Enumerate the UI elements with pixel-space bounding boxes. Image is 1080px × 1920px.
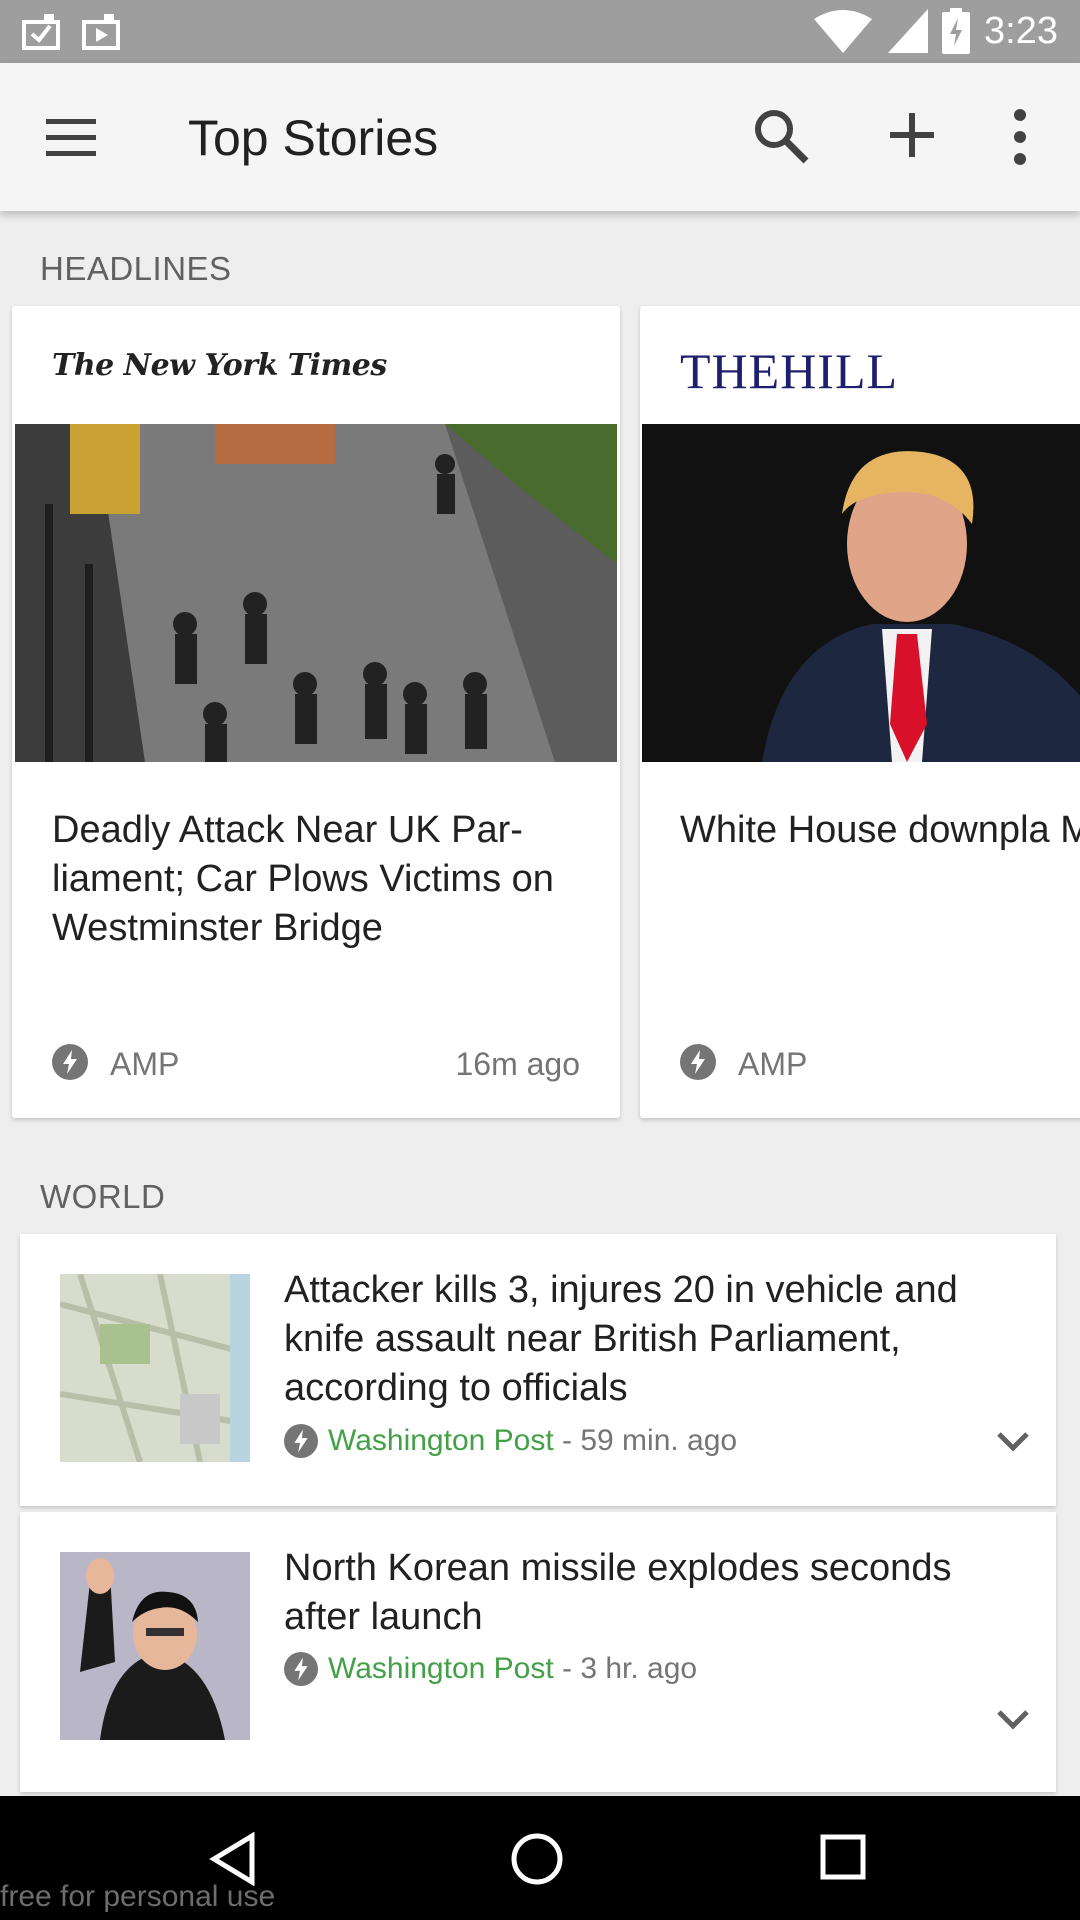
wifi-icon — [814, 10, 873, 53]
headline-card[interactable]: The New York Times Deadly Attack Near UK… — [12, 306, 620, 1118]
add-icon[interactable] — [882, 105, 942, 165]
amp-icon — [52, 1044, 88, 1080]
section-headlines-label: HEADLINES — [40, 250, 232, 287]
source-link[interactable]: Washington Post — [328, 1424, 554, 1458]
amp-icon — [284, 1424, 318, 1458]
source-link[interactable]: Washington Post — [328, 1652, 554, 1686]
watermark-text: free for personal use — [0, 1880, 276, 1913]
story-title[interactable]: North Korean missile explodes seconds af… — [284, 1544, 1004, 1642]
status-bar: 3:23 — [0, 0, 1080, 63]
notification-icon — [82, 14, 120, 50]
amp-icon — [680, 1044, 716, 1080]
page-title: Top Stories — [188, 110, 439, 166]
news-thumbnail — [60, 1552, 250, 1740]
clock: 3:23 — [984, 9, 1058, 52]
chevron-down-icon[interactable] — [996, 1430, 1030, 1454]
app-bar: Top Stories — [0, 63, 1080, 211]
search-icon[interactable] — [752, 107, 810, 165]
story-title[interactable]: Attacker kills 3, injures 20 in vehicle … — [284, 1266, 1004, 1413]
headline-title[interactable]: White House downpla Manafort's Russia li… — [680, 806, 1080, 855]
back-icon[interactable] — [208, 1832, 258, 1886]
news-thumbnail — [60, 1274, 250, 1462]
source-logo: THEHILL — [680, 343, 899, 399]
amp-label: AMP — [110, 1046, 180, 1082]
signal-icon — [888, 9, 929, 53]
story-time: - 59 min. ago — [553, 1424, 738, 1457]
battery-icon — [942, 8, 971, 54]
list-item[interactable]: North Korean missile explodes seconds af… — [20, 1512, 1056, 1792]
story-meta: Washington Post - 3 hr. ago — [284, 1652, 697, 1686]
headline-title[interactable]: Deadly Attack Near UK Par-liament; Car P… — [52, 806, 592, 953]
news-photo — [642, 424, 1080, 762]
amp-icon — [284, 1652, 318, 1686]
menu-icon[interactable] — [44, 115, 98, 159]
home-icon[interactable] — [510, 1832, 564, 1886]
amp-label: AMP — [738, 1046, 808, 1082]
story-time: - 3 hr. ago — [553, 1652, 698, 1685]
chevron-down-icon[interactable] — [996, 1708, 1030, 1732]
recents-icon[interactable] — [820, 1834, 866, 1880]
story-meta: Washington Post - 59 min. ago — [284, 1424, 737, 1458]
section-world-label: WORLD — [40, 1178, 166, 1215]
news-photo — [15, 424, 617, 762]
timestamp: 16m ago — [455, 1046, 580, 1082]
headline-card[interactable]: THEHILL White House downpla Manafort's R… — [640, 306, 1080, 1118]
source-logo: The New York Times — [52, 348, 387, 383]
notification-icon — [22, 14, 60, 50]
more-vert-icon[interactable] — [1000, 105, 1040, 169]
list-item[interactable]: Attacker kills 3, injures 20 in vehicle … — [20, 1234, 1056, 1506]
